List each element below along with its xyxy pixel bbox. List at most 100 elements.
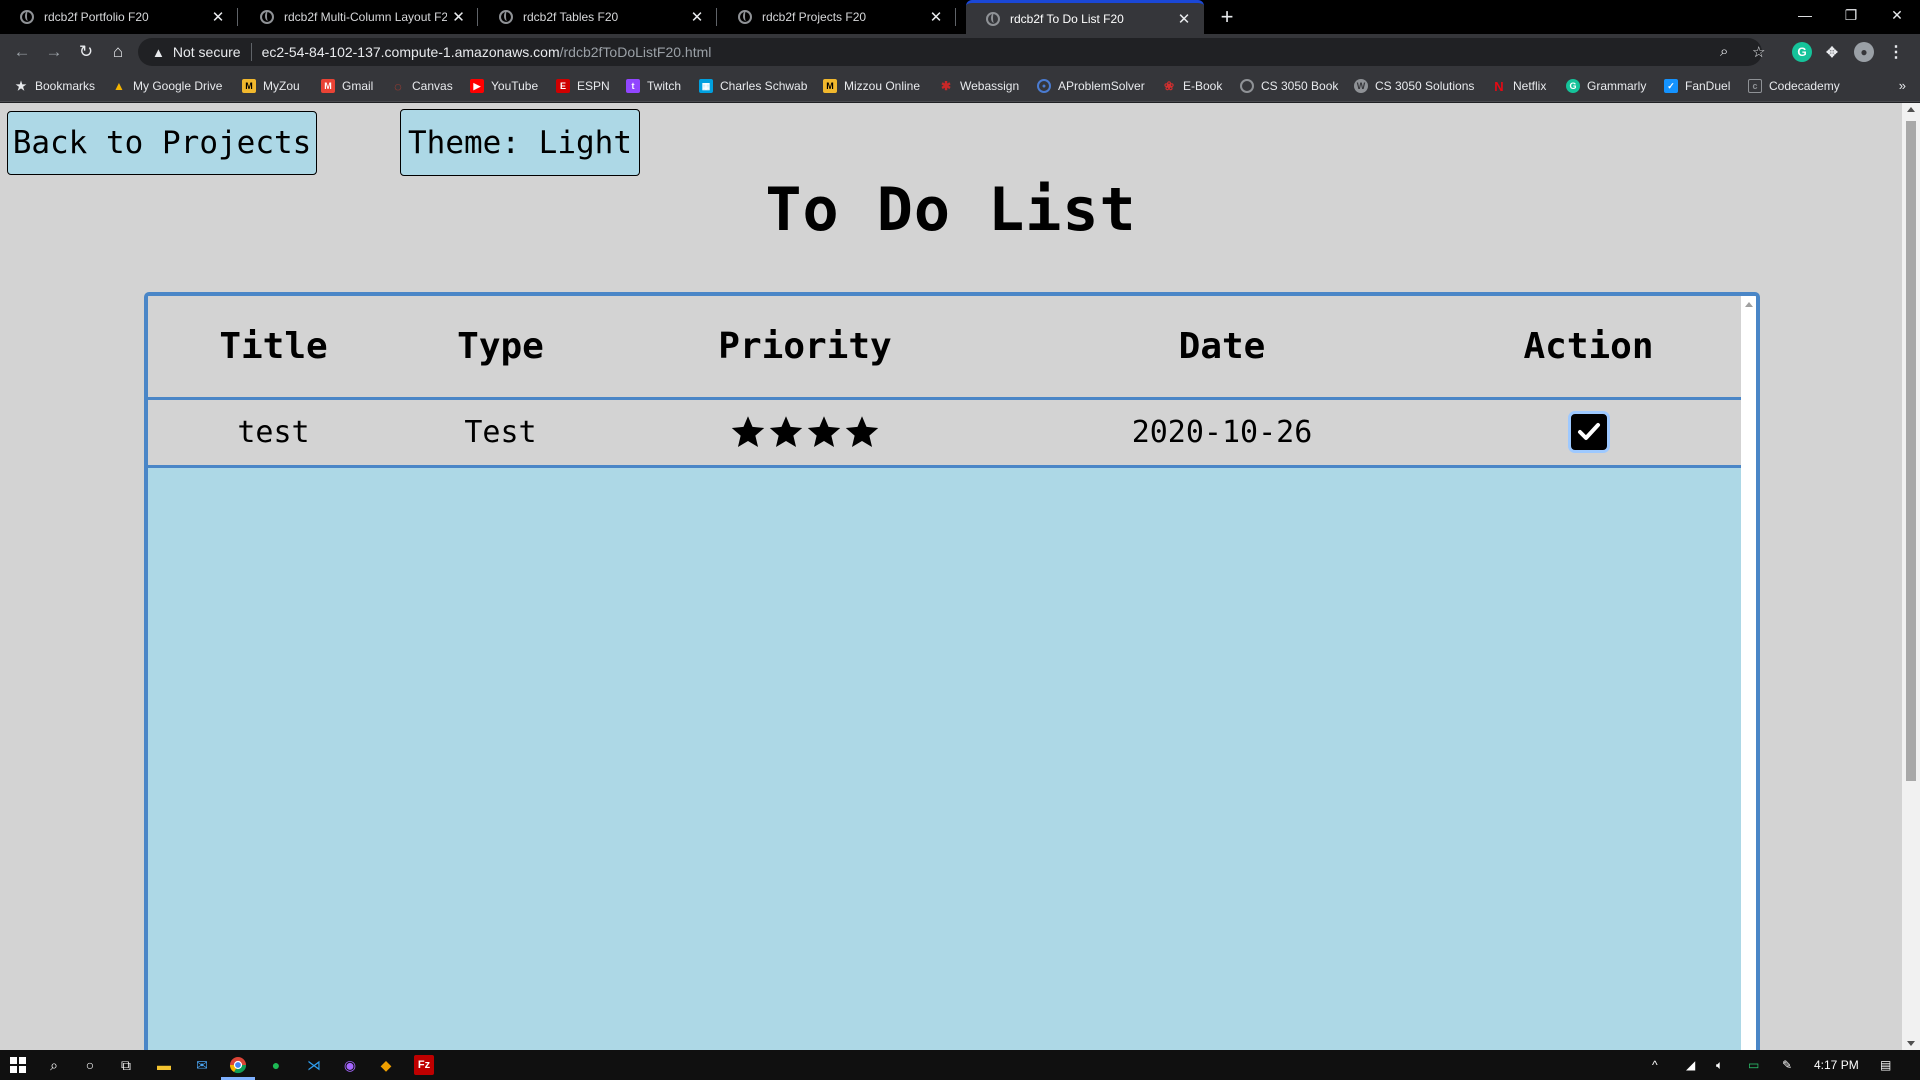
close-icon[interactable]: ✕ [685, 5, 709, 29]
search-icon[interactable]: ⌕ [44, 1055, 64, 1075]
bookmark-label: Webassign [960, 79, 1020, 93]
bookmark-item[interactable]: W CS 3050 Solutions [1354, 70, 1474, 102]
star-icon [845, 416, 879, 448]
tab-portfolio[interactable]: rdcb2f Portfolio F20 ✕ [0, 0, 238, 34]
address-divider [250, 43, 252, 61]
back-arrow-icon[interactable]: ← [10, 40, 34, 64]
scrollbar-thumb[interactable] [1906, 121, 1916, 781]
vscode-icon[interactable]: ⋊ [304, 1055, 324, 1075]
git-icon[interactable]: ◆ [376, 1055, 396, 1075]
windows-start-icon[interactable] [8, 1055, 28, 1075]
back-to-projects-button[interactable]: Back to Projects [7, 111, 317, 175]
bookmark-item[interactable]: G Grammarly [1566, 70, 1646, 102]
theme-toggle-button[interactable]: Theme: Light [400, 109, 640, 176]
globe-icon [1240, 79, 1254, 93]
chevron-right-icon[interactable]: » [1899, 78, 1906, 93]
todo-table: Title Type Priority Date Action test Tes… [148, 296, 1741, 468]
scroll-down-arrow-icon[interactable] [1907, 1041, 1915, 1046]
bookmark-item[interactable]: N Netflix [1492, 70, 1546, 102]
bookmark-label: AProblemSolver [1058, 79, 1145, 93]
clock-time[interactable]: 4:17 PM [1814, 1050, 1859, 1080]
bookmark-item[interactable]: ▲ My Google Drive [112, 70, 222, 102]
new-tab-button[interactable]: + [1214, 4, 1240, 30]
bookmark-item[interactable]: ✱ Webassign [939, 70, 1019, 102]
page-scrollbar[interactable] [1902, 103, 1920, 1050]
fanduel-icon: ✓ [1664, 79, 1678, 93]
bookmark-label: ESPN [577, 79, 610, 93]
window-close-button[interactable]: ✕ [1874, 0, 1920, 30]
cortana-icon[interactable]: ○ [80, 1055, 100, 1075]
minimize-button[interactable]: — [1782, 0, 1828, 30]
bookmark-label: Netflix [1513, 79, 1547, 93]
table-row: test Test 2020-10-26 [148, 398, 1741, 468]
bookmark-item[interactable]: M MyZou [242, 70, 300, 102]
cell-action [1436, 398, 1741, 468]
scroll-up-arrow-icon[interactable] [1745, 302, 1753, 307]
tray-chevron-up-icon[interactable]: ^ [1652, 1050, 1658, 1080]
chrome-icon[interactable] [228, 1055, 248, 1075]
bookmark-label: E-Book [1183, 79, 1223, 93]
bookmark-item[interactable]: ✓ FanDuel [1664, 70, 1730, 102]
zoom-icon[interactable]: ⌕ [1720, 43, 1728, 60]
tab-tables[interactable]: rdcb2f Tables F20 ✕ [479, 0, 717, 34]
volume-icon[interactable]: 🔈︎ [1716, 1050, 1723, 1080]
menu-kebab-icon[interactable]: ⋮ [1886, 42, 1906, 62]
mail-icon[interactable]: ✉ [192, 1055, 212, 1075]
bookmark-star-icon[interactable]: ☆ [1752, 43, 1765, 61]
todo-list-container[interactable]: Title Type Priority Date Action test Tes… [144, 292, 1760, 1050]
network-icon[interactable]: ◢ [1686, 1050, 1695, 1080]
bookmark-item[interactable]: ● AProblemSolver [1037, 70, 1145, 102]
discord-icon[interactable]: ◉ [340, 1055, 360, 1075]
bookmark-item[interactable]: t Twitch [626, 70, 681, 102]
tab-projects[interactable]: rdcb2f Projects F20 ✕ [718, 0, 956, 34]
restore-button[interactable]: ❐ [1828, 0, 1874, 30]
wordpress-icon: W [1354, 79, 1368, 93]
scroll-up-arrow-icon[interactable] [1907, 107, 1915, 112]
close-icon[interactable]: ✕ [447, 5, 470, 29]
bookmark-item[interactable]: CS 3050 Book [1240, 70, 1338, 102]
cell-date: 2020-10-26 [1008, 398, 1436, 468]
bookmark-item[interactable]: ◌ Canvas [391, 70, 453, 102]
tab-separator [955, 8, 956, 26]
tab-to-do-list[interactable]: rdcb2f To Do List F20 ✕ [966, 0, 1204, 34]
warning-icon: ▲ [152, 44, 165, 60]
list-scrollbar[interactable] [1741, 296, 1756, 1050]
address-bar[interactable]: ▲ Not secure ec2-54-84-102-137.compute-1… [138, 38, 1762, 66]
bookmark-label: Canvas [412, 79, 453, 93]
bookmark-label: Twitch [647, 79, 682, 93]
bookmark-item[interactable]: ▦ Charles Schwab [699, 70, 807, 102]
notifications-icon[interactable]: ▤ [1880, 1050, 1891, 1080]
bookmark-item[interactable]: ❀ E-Book [1162, 70, 1222, 102]
filezilla-icon[interactable]: Fz [414, 1055, 434, 1075]
extensions-puzzle-icon[interactable]: ✥ [1822, 42, 1842, 62]
task-view-icon[interactable]: ⧉ [116, 1055, 136, 1075]
bookmark-item[interactable]: c Codecademy [1748, 70, 1840, 102]
tab-title: rdcb2f Tables F20 [523, 10, 619, 24]
spotify-icon[interactable]: ● [266, 1055, 286, 1075]
close-icon[interactable]: ✕ [924, 5, 948, 29]
security-label: Not secure [172, 44, 241, 60]
home-icon[interactable]: ⌂ [106, 40, 130, 64]
column-header-date: Date [1008, 296, 1436, 400]
profile-avatar-icon[interactable]: ● [1854, 42, 1874, 62]
close-icon[interactable]: ✕ [1172, 7, 1196, 31]
bookmark-item[interactable]: M Gmail [321, 70, 373, 102]
bookmark-label: CS 3050 Solutions [1375, 79, 1475, 93]
bookmark-label: My Google Drive [133, 79, 223, 93]
file-explorer-icon[interactable]: ▬ [154, 1055, 174, 1075]
bookmark-item[interactable]: ▶ YouTube [470, 70, 538, 102]
tab-multi-column[interactable]: rdcb2f Multi-Column Layout F20 ✕ [240, 0, 478, 34]
pen-icon[interactable]: ✎ [1782, 1050, 1792, 1080]
done-checkbox[interactable] [1567, 411, 1610, 453]
url-host: ec2-54-84-102-137.compute-1.amazonaws.co… [261, 44, 560, 60]
twitch-icon: t [626, 79, 640, 93]
close-icon[interactable]: ✕ [206, 5, 230, 29]
bookmark-item[interactable]: M Mizzou Online [823, 70, 920, 102]
forward-arrow-icon[interactable]: → [42, 40, 66, 64]
battery-icon[interactable]: ▭ [1748, 1050, 1759, 1080]
bookmark-item[interactable]: ★ Bookmarks [14, 70, 95, 102]
grammarly-extension-icon[interactable]: G [1792, 42, 1812, 62]
bookmark-item[interactable]: E ESPN [556, 70, 610, 102]
bookmark-label: FanDuel [1685, 79, 1731, 93]
reload-icon[interactable]: ↻ [74, 40, 98, 64]
